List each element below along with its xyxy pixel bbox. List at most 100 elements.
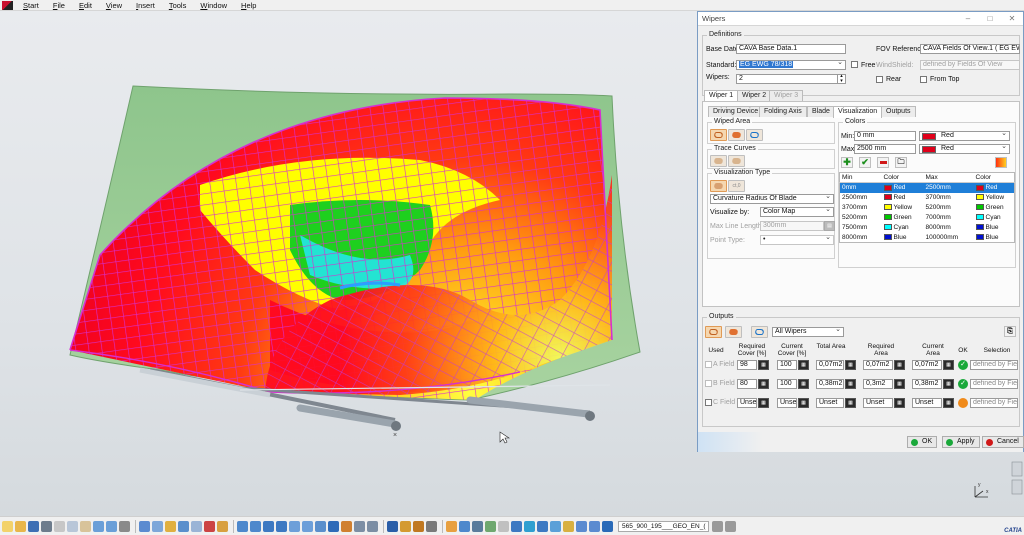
search-icon[interactable] xyxy=(576,520,587,532)
menu-insert[interactable]: Insert xyxy=(129,1,162,10)
calc-icon[interactable]: ▦ xyxy=(758,360,769,370)
menu-tools[interactable]: Tools xyxy=(162,1,194,10)
c-current-cover-field[interactable]: Unset xyxy=(777,398,797,408)
help-icon[interactable] xyxy=(119,520,130,532)
swap-space-icon[interactable] xyxy=(367,520,378,532)
calc-icon[interactable]: ▦ xyxy=(845,360,856,370)
new-file-icon[interactable] xyxy=(2,520,13,532)
wipers-spinner-icon[interactable]: ▴ ▾ xyxy=(837,74,845,84)
render-style-icon[interactable] xyxy=(341,520,352,532)
a-current-area-field[interactable]: 0,07m2 xyxy=(912,360,942,370)
tab-outputs[interactable]: Outputs xyxy=(881,106,916,117)
measure-icon[interactable] xyxy=(400,520,411,532)
document-name-field[interactable]: 565_900_195___GEO_EN_( xyxy=(618,520,710,532)
menu-edit[interactable]: Edit xyxy=(72,1,99,10)
tab-wiper-3[interactable]: Wiper 3 xyxy=(769,90,804,101)
a-current-cover-field[interactable]: 100 xyxy=(777,360,797,370)
color-max-field[interactable]: 2500 mm xyxy=(854,144,916,154)
layer-icon[interactable] xyxy=(511,520,522,532)
compass-axis-icon[interactable]: x y xyxy=(974,482,989,498)
workbench-icon[interactable] xyxy=(446,520,457,532)
close-icon[interactable]: ✕ xyxy=(1001,12,1023,25)
b-required-cover-field[interactable]: 80 xyxy=(737,379,757,389)
formula-icon[interactable] xyxy=(139,520,150,532)
visualize-by-select[interactable]: Color Map xyxy=(760,207,834,217)
hide-show-icon[interactable] xyxy=(354,520,365,532)
tab-visualization[interactable]: Visualization xyxy=(833,106,883,118)
dialog-titlebar[interactable]: Wipers – □ ✕ xyxy=(698,12,1023,26)
inertia-icon[interactable] xyxy=(413,520,424,532)
b-selection-field[interactable]: defined by Field xyxy=(970,379,1018,389)
table-row[interactable]: 0mm Red 2500mm Red xyxy=(839,182,1015,193)
b-total-area-field[interactable]: 0,38m2 xyxy=(816,379,844,389)
gradient-icon[interactable] xyxy=(995,157,1007,168)
calc-icon[interactable]: ▦ xyxy=(943,379,954,389)
axis-icon[interactable] xyxy=(472,520,483,532)
zoom-in-icon[interactable] xyxy=(289,520,300,532)
menu-window[interactable]: Window xyxy=(193,1,234,10)
visualization-type-button[interactable] xyxy=(710,180,727,192)
export-icon[interactable]: ⎘ xyxy=(1004,326,1016,337)
window-icon[interactable] xyxy=(712,520,724,532)
menu-view[interactable]: View xyxy=(99,1,129,10)
copy-icon[interactable] xyxy=(67,520,78,532)
visualization-type-select[interactable]: Curvature Radius Of Blade xyxy=(710,194,834,204)
apply-color-icon[interactable]: ✔ xyxy=(859,157,871,168)
pan-icon[interactable] xyxy=(263,520,274,532)
add-color-icon[interactable]: ✚ xyxy=(841,157,853,168)
b-current-cover-field[interactable]: 100 xyxy=(777,379,797,389)
plane-icon[interactable] xyxy=(485,520,496,532)
ok-button[interactable]: OK xyxy=(907,436,938,448)
sketch-icon[interactable] xyxy=(459,520,470,532)
wiped-area-outline-button[interactable] xyxy=(710,129,727,141)
standard-select[interactable]: EG EWG 78/318 xyxy=(736,60,846,70)
tab-blade[interactable]: Blade xyxy=(807,106,835,117)
a-selection-field[interactable]: defined by Field xyxy=(970,360,1018,370)
calc-icon[interactable]: ▦ xyxy=(798,360,809,370)
a-required-area-field[interactable]: 0,07m2 xyxy=(863,360,893,370)
menu-file[interactable]: File xyxy=(46,1,72,10)
max-line-length-field[interactable]: 300mm xyxy=(760,221,824,231)
outputs-blue-button[interactable] xyxy=(751,326,768,338)
color-min-field[interactable]: 0 mm xyxy=(854,131,916,141)
b-field-checkbox[interactable] xyxy=(705,380,712,387)
calc-icon[interactable]: ▦ xyxy=(943,360,954,370)
tab-wiper-2[interactable]: Wiper 2 xyxy=(737,90,772,101)
from-top-checkbox[interactable] xyxy=(920,76,927,83)
free-checkbox[interactable] xyxy=(851,61,858,68)
trace-curves-button-1[interactable] xyxy=(710,155,727,167)
calc-icon[interactable]: ▦ xyxy=(845,379,856,389)
comment-icon[interactable] xyxy=(152,520,163,532)
table-row[interactable]: 3700mm Yellow 5200mm Green xyxy=(840,203,1015,213)
point-icon[interactable] xyxy=(498,520,509,532)
rear-checkbox[interactable] xyxy=(876,76,883,83)
c-current-area-field[interactable]: Unset xyxy=(912,398,942,408)
filter-icon[interactable] xyxy=(589,520,600,532)
c-field-checkbox[interactable] xyxy=(705,399,712,406)
calc-icon[interactable]: ▦ xyxy=(894,398,905,408)
tab-folding-axis[interactable]: Folding Axis xyxy=(759,106,807,117)
table-row[interactable]: 2500mm Red 3700mm Yellow xyxy=(840,193,1015,203)
calc-icon[interactable]: ▦ xyxy=(758,379,769,389)
material-icon[interactable] xyxy=(524,520,535,532)
snap-icon[interactable] xyxy=(387,520,398,532)
open-icon[interactable] xyxy=(15,520,26,532)
lighting-icon[interactable] xyxy=(550,520,561,532)
color-ranges-table[interactable]: Min Color Max Color 0mm Red 2500mm Red 2… xyxy=(839,172,1015,243)
calc-icon[interactable]: ▦ xyxy=(798,398,809,408)
grid-icon[interactable] xyxy=(191,520,202,532)
undo-icon[interactable] xyxy=(93,520,104,532)
maximize-icon[interactable]: □ xyxy=(979,12,1001,25)
macro-icon[interactable] xyxy=(217,520,228,532)
b-required-area-field[interactable]: 0,3m2 xyxy=(863,379,893,389)
apply-button[interactable]: Apply xyxy=(942,436,980,448)
rotate-icon[interactable] xyxy=(276,520,287,532)
calc-icon[interactable]: ▦ xyxy=(894,360,905,370)
max-line-length-calc-icon[interactable]: ▤ xyxy=(824,221,835,231)
table-row[interactable]: 5200mm Green 7000mm Cyan xyxy=(840,213,1015,223)
fly-icon[interactable] xyxy=(237,520,248,532)
c-total-area-field[interactable]: Unset xyxy=(816,398,844,408)
outputs-fill-button[interactable] xyxy=(725,326,742,338)
point-type-select[interactable]: • xyxy=(760,235,834,245)
calc-icon[interactable]: ▦ xyxy=(798,379,809,389)
